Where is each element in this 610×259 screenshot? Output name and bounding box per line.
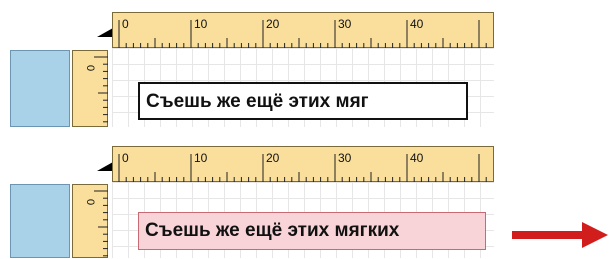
ruler-label: 0 [122, 17, 129, 31]
shape-block[interactable] [10, 184, 70, 258]
horizontal-ruler[interactable]: 0 10 20 30 40 [112, 146, 494, 182]
text-box-overflowing[interactable]: Съешь же ещё этих мягких [138, 212, 486, 250]
shape-block[interactable] [10, 50, 70, 127]
ruler-label: 20 [266, 151, 280, 165]
ruler-origin-triangle-icon[interactable] [97, 162, 113, 171]
horizontal-ruler-ticks: 0 10 20 30 40 [118, 151, 487, 182]
vertical-ruler-ticks: 0 [84, 190, 108, 257]
vertical-ruler[interactable]: 0 [72, 50, 108, 127]
ruler-label: 20 [266, 17, 280, 31]
ruler-label: 0 [122, 151, 129, 165]
ruler-origin-triangle-icon[interactable] [97, 28, 113, 37]
ruler-label: 40 [410, 151, 424, 165]
ruler-label: 0 [84, 65, 96, 71]
ruler-label: 10 [194, 17, 208, 31]
ruler-label: 40 [410, 17, 424, 31]
ruler-label: 0 [84, 199, 96, 205]
horizontal-ruler-ticks: 0 10 20 30 40 [118, 17, 487, 48]
horizontal-ruler[interactable]: 0 10 20 30 40 [112, 12, 494, 48]
ruler-label: 30 [338, 17, 352, 31]
vertical-ruler[interactable]: 0 [72, 184, 108, 258]
ruler-label: 10 [194, 151, 208, 165]
right-arrow-icon [512, 222, 608, 248]
ruler-label: 30 [338, 151, 352, 165]
text-box-fitting[interactable]: Съешь же ещё этих мяг [138, 82, 468, 120]
vertical-ruler-ticks: 0 [84, 56, 108, 123]
